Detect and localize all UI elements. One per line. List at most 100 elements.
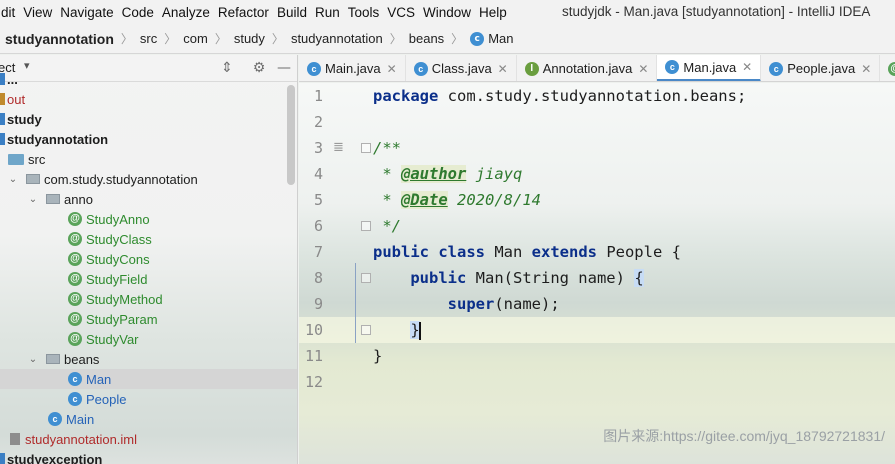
- package-icon: [26, 174, 40, 184]
- tree-item-label: ...: [7, 71, 18, 87]
- chevron-down-icon[interactable]: ⌄: [26, 354, 40, 365]
- tab-label: People.java: [787, 61, 856, 76]
- breadcrumb-project[interactable]: studyannotation: [5, 31, 114, 47]
- breadcrumb-studyannotation[interactable]: studyannotation: [291, 31, 383, 46]
- tree-item-study[interactable]: study: [0, 109, 297, 129]
- close-icon[interactable]: ✕: [861, 62, 871, 76]
- tree-item-studyanno[interactable]: @ StudyAnno: [0, 209, 297, 229]
- tree-item-studyvar[interactable]: @ StudyVar: [0, 329, 297, 349]
- tree-item-label: StudyVar: [86, 331, 139, 347]
- annotation-icon: @: [68, 212, 82, 226]
- annotation-icon: @: [68, 252, 82, 266]
- keyword: public class: [373, 243, 485, 261]
- menu-view[interactable]: View: [19, 5, 56, 20]
- tab-label: Main.java: [325, 61, 381, 76]
- code-line-8: public Man(String name) {: [373, 265, 644, 291]
- folder-icon: [0, 93, 5, 105]
- breadcrumb-man[interactable]: Man: [488, 31, 513, 46]
- fold-icon[interactable]: [361, 143, 371, 153]
- menu-refactor[interactable]: Refactor: [214, 5, 273, 20]
- tab-people-java[interactable]: c People.java ✕: [761, 55, 881, 81]
- tree-item-label: studyexception: [7, 451, 103, 464]
- tab-annotation-java[interactable]: I Annotation.java ✕: [517, 55, 658, 81]
- close-icon[interactable]: ✕: [498, 62, 508, 76]
- file-icon: [10, 433, 20, 445]
- tree-item-label: Man: [86, 371, 112, 387]
- tree-item-label: StudyAnno: [86, 211, 150, 227]
- keyword: extends: [531, 243, 597, 261]
- tree-item-studyannotation[interactable]: studyannotation: [0, 129, 297, 149]
- menu-help[interactable]: Help: [475, 5, 511, 20]
- tree-item-out[interactable]: out: [0, 89, 297, 109]
- tree-item-studyclass[interactable]: @ StudyClass: [0, 229, 297, 249]
- tree-item-package[interactable]: ⌄ com.study.studyannotation: [0, 169, 297, 189]
- chevron-down-icon[interactable]: ⌄: [26, 194, 40, 205]
- fold-icon[interactable]: [361, 273, 371, 283]
- menu-edit[interactable]: dit: [0, 5, 19, 20]
- fold-icon[interactable]: [361, 325, 371, 335]
- breadcrumb-beans[interactable]: beans: [409, 31, 444, 46]
- chevron-right-icon: 〉: [271, 32, 284, 46]
- annotation-icon: @: [68, 272, 82, 286]
- code-text: Man(String name): [466, 269, 635, 287]
- code-editor[interactable]: 1 2 3 4 5 6 7 8 9 10 11 12 ≣ package com…: [299, 83, 895, 464]
- close-icon[interactable]: ✕: [742, 60, 752, 74]
- tree-item-anno[interactable]: ⌄ anno: [0, 189, 297, 209]
- code-line-3: /**: [373, 139, 401, 157]
- menu-vcs[interactable]: VCS: [383, 5, 419, 20]
- tree-item-studyparam[interactable]: @ StudyParam: [0, 309, 297, 329]
- breadcrumb: studyannotation 〉 src 〉 com 〉 study 〉 st…: [0, 24, 895, 54]
- package-icon: [46, 194, 60, 204]
- project-scrollbar[interactable]: [287, 85, 295, 185]
- breadcrumb-study[interactable]: study: [234, 31, 265, 46]
- code-line-9: super(name);: [373, 291, 560, 317]
- menu-navigate[interactable]: Navigate: [56, 5, 117, 20]
- tree-item-studycons[interactable]: @ StudyCons: [0, 249, 297, 269]
- tree-item-man[interactable]: c Man: [0, 369, 297, 389]
- class-icon: c: [68, 392, 82, 406]
- tab-man-java[interactable]: c Man.java ✕: [657, 55, 762, 81]
- close-icon[interactable]: ✕: [638, 62, 648, 76]
- menu-build[interactable]: Build: [273, 5, 311, 20]
- comment-text: jiayq: [466, 165, 523, 183]
- tab-more[interactable]: @ St: [880, 55, 895, 81]
- line-number: 7: [313, 243, 323, 261]
- watermark: 图片来源:https://gitee.com/jyq_18792721831/: [603, 428, 885, 444]
- tree-item-src[interactable]: src: [0, 149, 297, 169]
- menu-tools[interactable]: Tools: [344, 5, 384, 20]
- code-text: com.study.studyannotation.beans;: [438, 87, 747, 105]
- fold-icon[interactable]: [361, 221, 371, 231]
- chevron-down-icon[interactable]: ⌄: [6, 174, 20, 185]
- tree-item-studyexception[interactable]: studyexception: [0, 449, 297, 464]
- line-number: 6: [313, 217, 323, 235]
- tree-item-label: studyannotation: [7, 131, 109, 147]
- tab-label: Annotation.java: [542, 61, 633, 76]
- class-icon: c: [769, 61, 784, 76]
- code-line-6: */: [373, 217, 401, 235]
- chevron-right-icon: 〉: [451, 32, 464, 46]
- line-number: 11: [304, 347, 323, 365]
- line-number: 4: [313, 165, 323, 183]
- tree-item-main[interactable]: c Main: [0, 409, 297, 429]
- text-caret: [418, 321, 421, 340]
- menu-window[interactable]: Window: [419, 5, 475, 20]
- tree-item-label: StudyMethod: [86, 291, 163, 307]
- tree-item-label: StudyClass: [86, 231, 152, 247]
- package-icon: [46, 354, 60, 364]
- breadcrumb-src[interactable]: src: [140, 31, 157, 46]
- chevron-right-icon: 〉: [214, 32, 227, 46]
- menu-code[interactable]: Code: [118, 5, 158, 20]
- tree-item-studymethod[interactable]: @ StudyMethod: [0, 289, 297, 309]
- menu-analyze[interactable]: Analyze: [158, 5, 214, 20]
- tree-item-beans[interactable]: ⌄ beans: [0, 349, 297, 369]
- tree-item[interactable]: ...: [0, 69, 297, 89]
- menu-run[interactable]: Run: [311, 5, 344, 20]
- tree-item-iml[interactable]: studyannotation.iml: [0, 429, 297, 449]
- close-icon[interactable]: ✕: [387, 62, 397, 76]
- tab-class-java[interactable]: c Class.java ✕: [406, 55, 517, 81]
- breadcrumb-com[interactable]: com: [183, 31, 208, 46]
- tab-main-java[interactable]: c Main.java ✕: [299, 55, 406, 81]
- tree-item-people[interactable]: c People: [0, 389, 297, 409]
- tree-item-label: beans: [64, 351, 100, 367]
- tree-item-studyfield[interactable]: @ StudyField: [0, 269, 297, 289]
